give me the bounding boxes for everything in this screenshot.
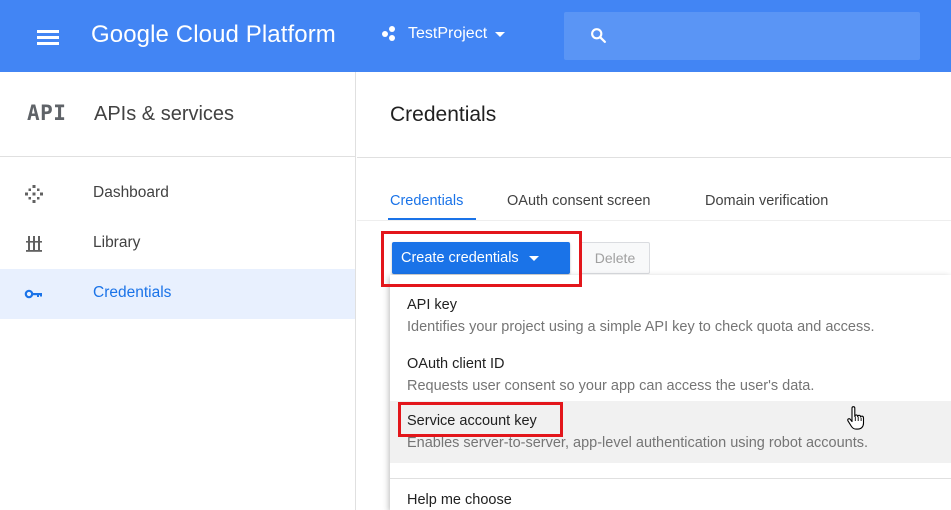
- tab-credentials[interactable]: Credentials: [390, 193, 463, 209]
- search-icon: [591, 28, 607, 44]
- menu-item-description: Requests user consent so your app can ac…: [407, 378, 815, 394]
- project-selector[interactable]: TestProject: [382, 25, 506, 43]
- menu-item-api-key[interactable]: API key Identifies your project using a …: [390, 275, 951, 339]
- menu-item-title: Help me choose: [407, 492, 512, 508]
- menu-item-title: OAuth client ID: [407, 356, 505, 372]
- menu-item-description: Enables server-to-server, app-level auth…: [407, 435, 869, 451]
- menu-item-help-me-choose[interactable]: Help me choose: [390, 483, 951, 510]
- menu-item-oauth-client-id[interactable]: OAuth client ID Requests user consent so…: [390, 339, 951, 399]
- hand-pointer-icon: [847, 406, 865, 430]
- key-icon: [24, 289, 42, 299]
- page-title: Credentials: [390, 103, 497, 126]
- dropdown-caret-icon: [528, 255, 539, 261]
- sidebar-item-label: Credentials: [93, 284, 172, 301]
- sidebar-title: APIs & services: [94, 103, 235, 125]
- sidebar-item-library[interactable]: Library: [0, 219, 355, 269]
- tab-domain-verification[interactable]: Domain verification: [705, 193, 828, 209]
- library-icon: [26, 236, 42, 252]
- sidebar-item-credentials[interactable]: Credentials: [0, 269, 355, 319]
- menu-item-service-account-key[interactable]: Service account key Enables server-to-se…: [390, 401, 951, 463]
- header-divider: [357, 157, 951, 158]
- tab-oauth-consent-screen[interactable]: OAuth consent screen: [507, 193, 650, 209]
- delete-button[interactable]: Delete: [580, 242, 650, 274]
- menu-icon[interactable]: [37, 30, 59, 46]
- menu-item-description: Identifies your project using a simple A…: [407, 319, 875, 335]
- create-credentials-button[interactable]: Create credentials: [392, 242, 570, 274]
- project-dots-icon: [382, 26, 400, 42]
- sidebar-item-dashboard[interactable]: Dashboard: [0, 169, 355, 219]
- search-input[interactable]: [564, 12, 920, 60]
- sidebar: API APIs & services Dashboard Library Cr…: [0, 72, 356, 510]
- menu-divider: [390, 478, 951, 479]
- api-logo: API: [27, 101, 67, 125]
- project-name: TestProject: [408, 25, 488, 42]
- sidebar-item-label: Dashboard: [93, 184, 169, 201]
- brand-title[interactable]: Google Cloud Platform: [91, 21, 336, 49]
- menu-item-title: API key: [407, 297, 457, 313]
- create-credentials-menu: API key Identifies your project using a …: [390, 275, 951, 510]
- top-app-bar: Google Cloud Platform TestProject: [0, 0, 951, 72]
- create-credentials-label: Create credentials: [401, 250, 519, 266]
- tabs-divider: [357, 220, 951, 221]
- sidebar-header: API APIs & services: [0, 72, 355, 157]
- sidebar-item-label: Library: [93, 234, 141, 251]
- dashboard-icon: [25, 185, 43, 203]
- menu-item-title: Service account key: [407, 413, 537, 429]
- dropdown-caret-icon: [495, 31, 506, 37]
